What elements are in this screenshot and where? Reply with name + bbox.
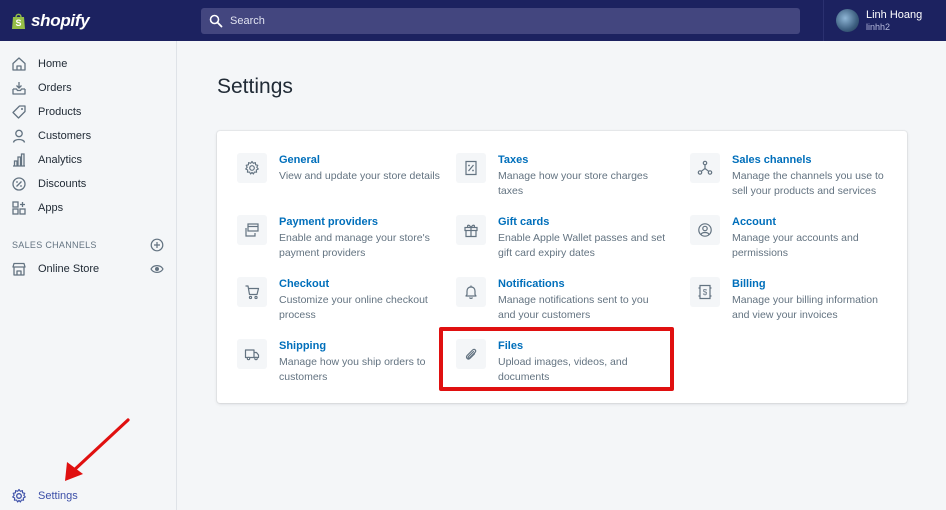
store-icon <box>12 262 26 276</box>
tag-icon <box>12 105 26 119</box>
setting-checkout[interactable]: Checkout Customize your online checkout … <box>237 277 447 329</box>
setting-account[interactable]: Account Manage your accounts and permiss… <box>690 215 890 267</box>
setting-title[interactable]: Notifications <box>498 278 565 290</box>
sidebar-item-products[interactable]: Products <box>0 101 176 123</box>
setting-description: Enable Apple Wallet passes and set gift … <box>498 232 666 259</box>
sidebar: Home Orders Products Customers Analytics… <box>0 41 177 510</box>
home-icon <box>12 57 26 71</box>
search-icon <box>209 14 223 28</box>
payment-icon <box>237 215 267 245</box>
user-handle: linhh2 <box>866 22 891 32</box>
brand-name: shopify <box>31 10 90 30</box>
sidebar-item-label: Products <box>38 106 82 118</box>
setting-description: Enable and manage your store's payment p… <box>279 232 430 259</box>
discount-icon <box>12 177 26 191</box>
setting-title[interactable]: Shipping <box>279 340 326 352</box>
sidebar-item-label: Apps <box>38 202 64 214</box>
sidebar-item-label: Home <box>38 58 68 70</box>
channels-icon <box>690 153 720 183</box>
top-bar: S shopify Search Linh Hoang linhh2 <box>0 0 946 41</box>
avatar[interactable] <box>836 9 859 32</box>
sidebar-item-discounts[interactable]: Discounts <box>0 173 176 195</box>
apps-icon <box>12 201 26 215</box>
setting-description: Manage notifications sent to you and you… <box>498 294 649 321</box>
setting-billing[interactable]: $ Billing Manage your billing informatio… <box>690 277 890 329</box>
setting-taxes[interactable]: Taxes Manage how your store charges taxe… <box>456 153 666 205</box>
setting-title[interactable]: Checkout <box>279 278 329 290</box>
setting-title[interactable]: Payment providers <box>279 216 378 228</box>
svg-text:S: S <box>15 18 21 28</box>
gift-icon <box>456 215 486 245</box>
add-circle-icon[interactable] <box>150 238 164 252</box>
search-placeholder: Search <box>230 15 265 27</box>
gear-icon <box>237 153 267 183</box>
bell-icon <box>456 277 486 307</box>
cart-icon <box>237 277 267 307</box>
bar-chart-icon <box>13 153 25 167</box>
sidebar-item-label: Orders <box>38 82 72 94</box>
setting-description: Manage your billing information and view… <box>732 294 878 321</box>
setting-title[interactable]: Sales channels <box>732 154 812 166</box>
setting-description: Upload images, videos, and documents <box>498 356 628 383</box>
setting-description: Customize your online checkout process <box>279 294 428 321</box>
setting-title[interactable]: Gift cards <box>498 216 549 228</box>
sidebar-item-apps[interactable]: Apps <box>0 197 176 219</box>
tax-icon <box>456 153 486 183</box>
billing-icon: $ <box>690 277 720 307</box>
setting-description: Manage how your store charges taxes <box>498 170 648 197</box>
sales-channels-heading: SALES CHANNELS <box>12 240 97 250</box>
person-icon <box>12 129 26 143</box>
setting-description: Manage your accounts and permissions <box>732 232 859 259</box>
setting-notifications[interactable]: Notifications Manage notifications sent … <box>456 277 666 329</box>
gear-icon <box>12 488 26 503</box>
paperclip-icon <box>456 339 486 369</box>
setting-description: Manage how you ship orders to customers <box>279 356 426 383</box>
search-input[interactable]: Search <box>201 8 800 34</box>
setting-files[interactable]: Files Upload images, videos, and documen… <box>456 339 666 391</box>
account-icon <box>690 215 720 245</box>
sidebar-item-analytics[interactable]: Analytics <box>0 149 176 171</box>
setting-payment-providers[interactable]: Payment providers Enable and manage your… <box>237 215 447 267</box>
shopify-logo[interactable]: S shopify <box>0 0 177 41</box>
svg-text:$: $ <box>703 288 708 297</box>
eye-icon[interactable] <box>150 263 164 275</box>
sidebar-item-label: Customers <box>38 130 92 142</box>
setting-title[interactable]: Taxes <box>498 154 528 166</box>
setting-title[interactable]: General <box>279 154 320 166</box>
orders-icon <box>12 82 26 95</box>
setting-gift-cards[interactable]: Gift cards Enable Apple Wallet passes an… <box>456 215 666 267</box>
user-name[interactable]: Linh Hoang <box>866 9 922 21</box>
setting-sales-channels[interactable]: Sales channels Manage the channels you u… <box>690 153 890 205</box>
sidebar-item-orders[interactable]: Orders <box>0 77 176 99</box>
setting-description: View and update your store details <box>279 170 440 182</box>
setting-title[interactable]: Billing <box>732 278 766 290</box>
setting-description: Manage the channels you use to sell your… <box>732 170 884 197</box>
settings-card: General View and update your store detai… <box>217 131 907 403</box>
setting-general[interactable]: General View and update your store detai… <box>237 153 447 205</box>
sidebar-item-label: Online Store <box>38 263 100 275</box>
setting-title[interactable]: Account <box>732 216 776 228</box>
sidebar-item-settings[interactable]: Settings <box>0 485 176 507</box>
setting-shipping[interactable]: Shipping Manage how you ship orders to c… <box>237 339 447 391</box>
shopping-bag-icon: S <box>12 13 25 29</box>
page-title: Settings <box>217 75 293 98</box>
setting-title[interactable]: Files <box>498 340 523 352</box>
sidebar-item-customers[interactable]: Customers <box>0 125 176 147</box>
truck-icon <box>237 339 267 369</box>
sidebar-item-label: Analytics <box>38 154 83 166</box>
sidebar-item-label: Settings <box>38 490 78 502</box>
sidebar-item-label: Discounts <box>38 178 87 190</box>
divider <box>823 0 824 41</box>
sidebar-item-home[interactable]: Home <box>0 53 176 75</box>
